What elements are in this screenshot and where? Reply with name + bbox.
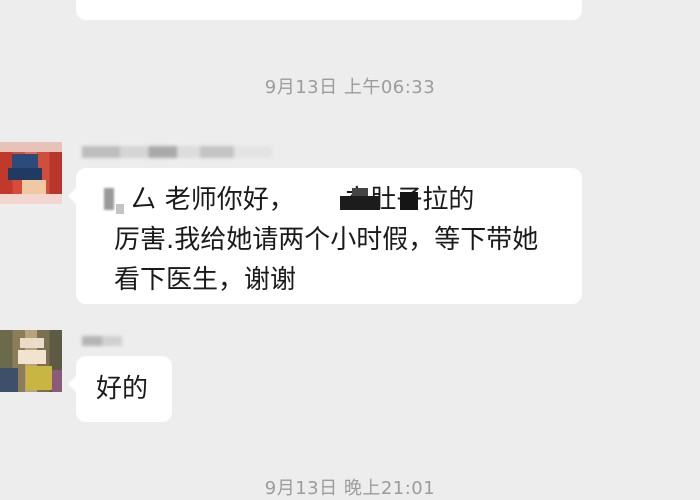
avatar[interactable]	[0, 142, 62, 204]
message-timestamp: 9月13日 上午06:33	[264, 77, 436, 98]
sender-name-redacted	[82, 146, 272, 158]
avatar-pixel-block	[0, 368, 18, 392]
avatar[interactable]	[0, 330, 62, 392]
message-line: 厉害.我给她请两个小时假，等下带她	[114, 225, 539, 255]
sender-name-redacted	[82, 336, 122, 346]
message-line: 厶 老师你好， 立肚子拉的	[114, 185, 475, 215]
avatar-pixel-block	[26, 366, 52, 390]
avatar-pixel-block	[0, 194, 62, 204]
redaction-mosaic	[340, 196, 380, 210]
redaction-mosaic	[400, 192, 418, 210]
redaction-mosaic	[116, 204, 124, 214]
chat-window: 9月13日 上午06:33 厶 老师你好， 立肚子拉的厉害.我给她请两个小时假，…	[0, 0, 700, 499]
avatar-pixel-block	[0, 142, 62, 152]
previous-message-bubble[interactable]	[76, 0, 582, 20]
message-line: 看下医生，谢谢	[114, 265, 297, 295]
message-text: 好的	[96, 374, 149, 404]
avatar-pixel-block	[22, 180, 46, 194]
redaction-mosaic	[104, 188, 114, 210]
avatar-pixel-block	[52, 370, 62, 392]
avatar-pixel-block	[12, 154, 38, 168]
message-timestamp: 9月13日 晚上21:01	[264, 478, 436, 499]
avatar-pixel-block	[8, 168, 42, 180]
redaction-mosaic	[352, 188, 368, 196]
message-text: 厶 老师你好， 立肚子拉的厉害.我给她请两个小时假，等下带她 看下医生，谢谢	[114, 180, 538, 300]
avatar-pixel-block	[20, 338, 44, 348]
avatar-pixel-block	[18, 350, 46, 364]
